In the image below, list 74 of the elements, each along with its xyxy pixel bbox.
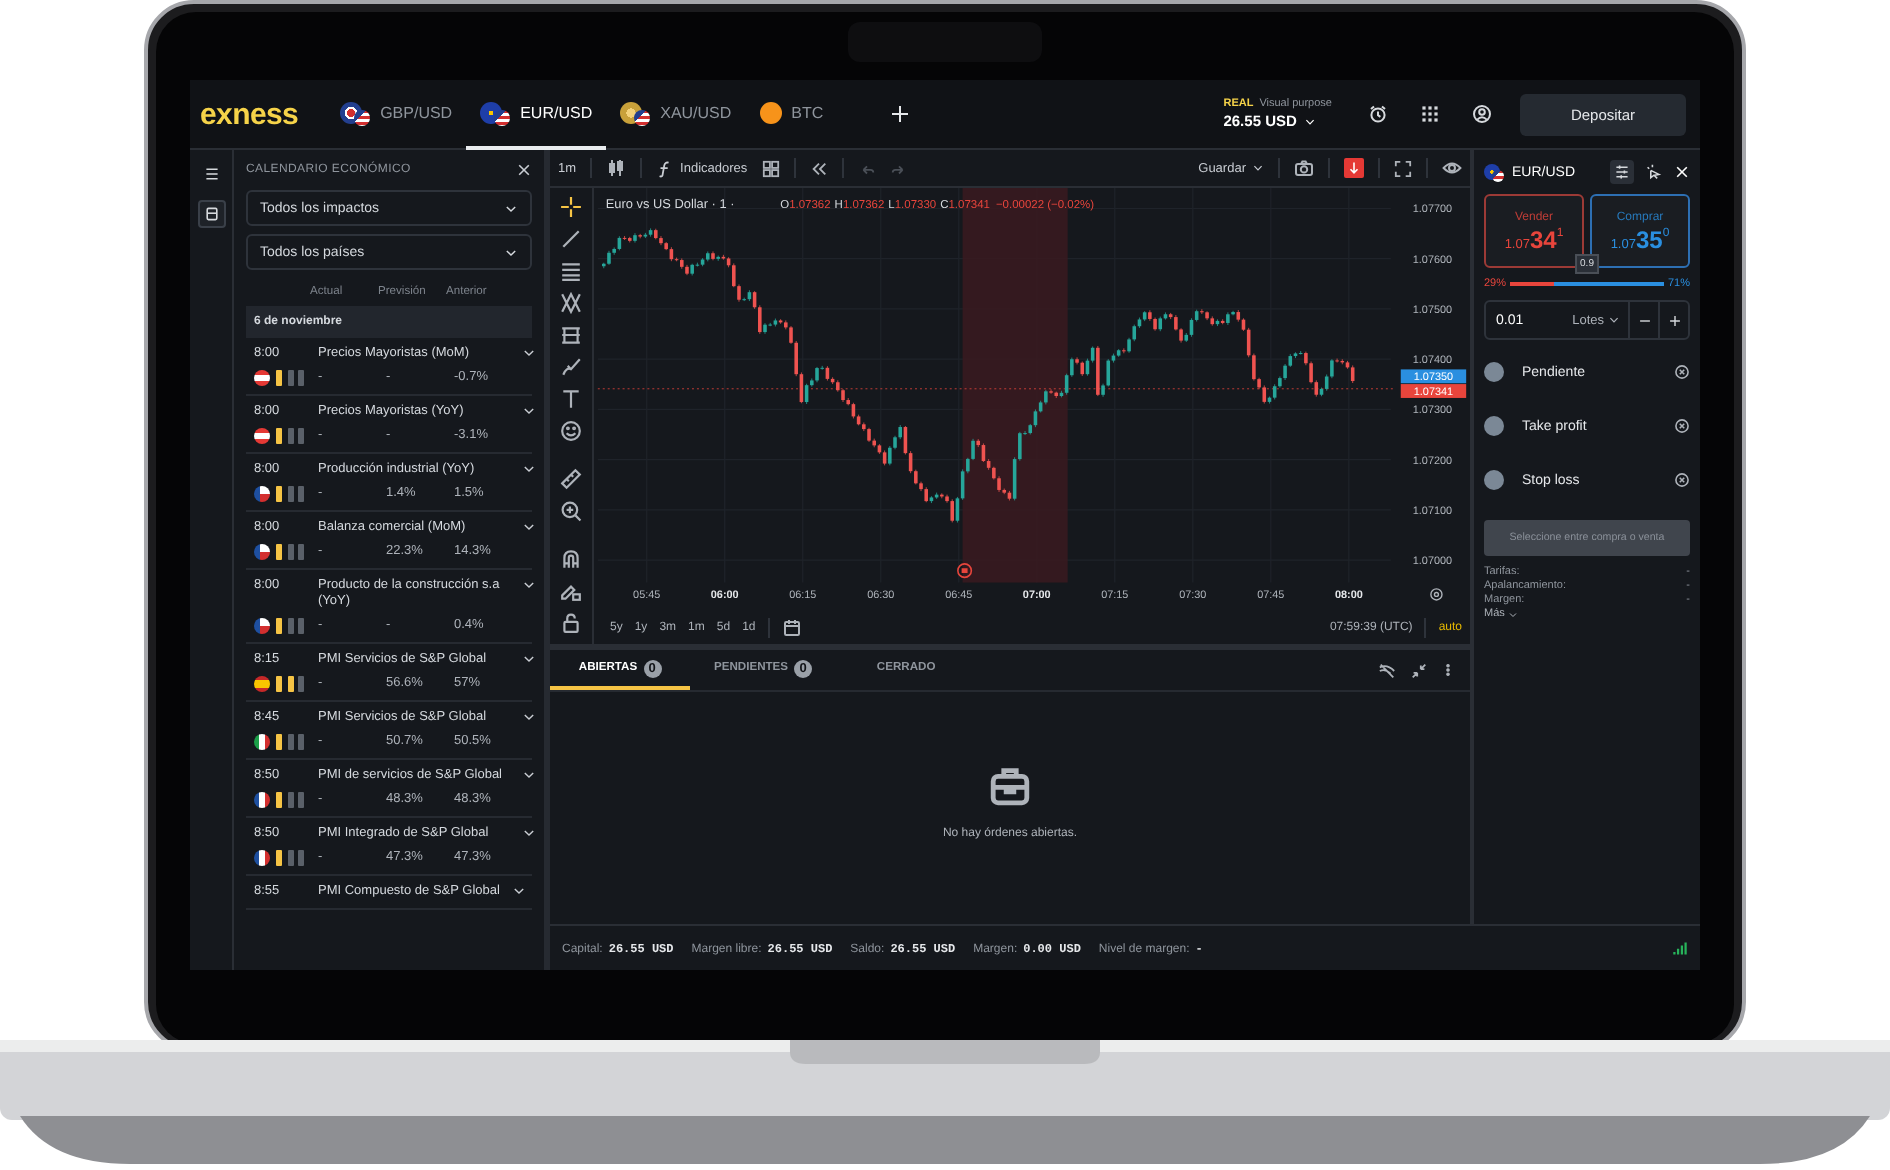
collapse-icon[interactable] xyxy=(1410,661,1428,679)
chevron-icon[interactable] xyxy=(512,884,526,898)
one-click-icon[interactable] xyxy=(1646,164,1662,180)
chevron-icon[interactable] xyxy=(522,578,536,592)
caret-icon xyxy=(1608,314,1620,326)
layout-grid-icon[interactable] xyxy=(761,159,780,177)
plus-icon[interactable] xyxy=(889,104,910,124)
order-form-icon[interactable] xyxy=(1614,164,1630,180)
candles-icon[interactable] xyxy=(606,158,627,178)
caret-icon xyxy=(504,245,518,259)
flag-icon xyxy=(254,428,270,444)
option-toggle[interactable] xyxy=(1484,470,1504,490)
event-marker-icon[interactable] xyxy=(957,563,973,579)
info-icon[interactable] xyxy=(1674,472,1690,488)
flag-icon xyxy=(254,618,270,634)
flag-icon xyxy=(254,544,270,560)
magnet-icon[interactable] xyxy=(560,548,582,570)
camera-icon[interactable] xyxy=(1294,158,1314,178)
function-icon xyxy=(656,159,675,177)
info-icon[interactable] xyxy=(1674,364,1690,380)
chevron-icon[interactable] xyxy=(522,652,536,666)
symbol-tab[interactable]: EUR/USD xyxy=(466,80,607,149)
pattern-icon[interactable] xyxy=(560,292,582,314)
alert-arrow-icon[interactable] xyxy=(1346,160,1362,176)
fullscreen-icon[interactable] xyxy=(1394,159,1412,177)
signal-icon xyxy=(1672,940,1688,956)
eye-icon[interactable] xyxy=(1442,158,1462,178)
option-toggle[interactable] xyxy=(1484,362,1504,382)
flag-icon xyxy=(254,792,270,808)
zoom-in-icon[interactable] xyxy=(560,500,582,522)
parallel-lines-icon[interactable] xyxy=(560,260,582,282)
more-vertical-icon[interactable] xyxy=(1442,660,1454,680)
text-tool-icon[interactable] xyxy=(560,388,582,410)
apps-grid-icon[interactable] xyxy=(1420,104,1440,124)
emoji-icon[interactable] xyxy=(560,420,582,442)
caret-icon xyxy=(1304,115,1317,127)
alarm-clock-icon[interactable] xyxy=(1368,104,1388,124)
symbol-tab[interactable]: XAU/USD xyxy=(606,80,746,149)
pencil-lock-icon[interactable] xyxy=(560,580,582,602)
hide-icon[interactable] xyxy=(1378,661,1396,679)
flag-icon xyxy=(254,734,270,750)
logo: exness xyxy=(200,97,299,131)
settings-icon[interactable] xyxy=(1430,588,1443,601)
flag-icon xyxy=(254,676,270,692)
symbol-tab[interactable]: GBP/USD xyxy=(326,80,467,149)
lock-icon[interactable] xyxy=(560,612,582,634)
user-icon[interactable] xyxy=(1472,104,1492,124)
chevron-icon[interactable] xyxy=(522,768,536,782)
ruler-icon[interactable] xyxy=(560,468,582,490)
chevron-icon[interactable] xyxy=(522,520,536,534)
symbol-tab[interactable]: BTC xyxy=(745,80,838,149)
plus-icon[interactable] xyxy=(1667,313,1681,327)
info-icon[interactable] xyxy=(1674,418,1690,434)
caret-icon xyxy=(504,201,518,215)
date-range-icon[interactable] xyxy=(781,617,802,638)
option-toggle[interactable] xyxy=(1484,416,1504,436)
crosshair-icon[interactable] xyxy=(560,196,582,218)
trend-line-icon[interactable] xyxy=(560,228,582,250)
rewind-icon[interactable] xyxy=(809,159,828,177)
chevron-icon[interactable] xyxy=(522,710,536,724)
flag-icon xyxy=(254,486,270,502)
chevron-icon[interactable] xyxy=(522,462,536,476)
menu-icon[interactable] xyxy=(203,166,219,182)
chevron-icon[interactable] xyxy=(522,826,536,840)
chevron-icon[interactable] xyxy=(522,346,536,360)
calendar-icon[interactable] xyxy=(203,206,219,222)
close-icon[interactable] xyxy=(516,162,532,178)
brush-icon[interactable] xyxy=(560,356,582,378)
flag-icon xyxy=(254,850,270,866)
caret-icon xyxy=(1508,609,1519,619)
flag-icon xyxy=(254,370,270,386)
caret-icon xyxy=(1252,162,1264,174)
range-icon[interactable] xyxy=(560,324,582,346)
chevron-icon[interactable] xyxy=(522,404,536,418)
